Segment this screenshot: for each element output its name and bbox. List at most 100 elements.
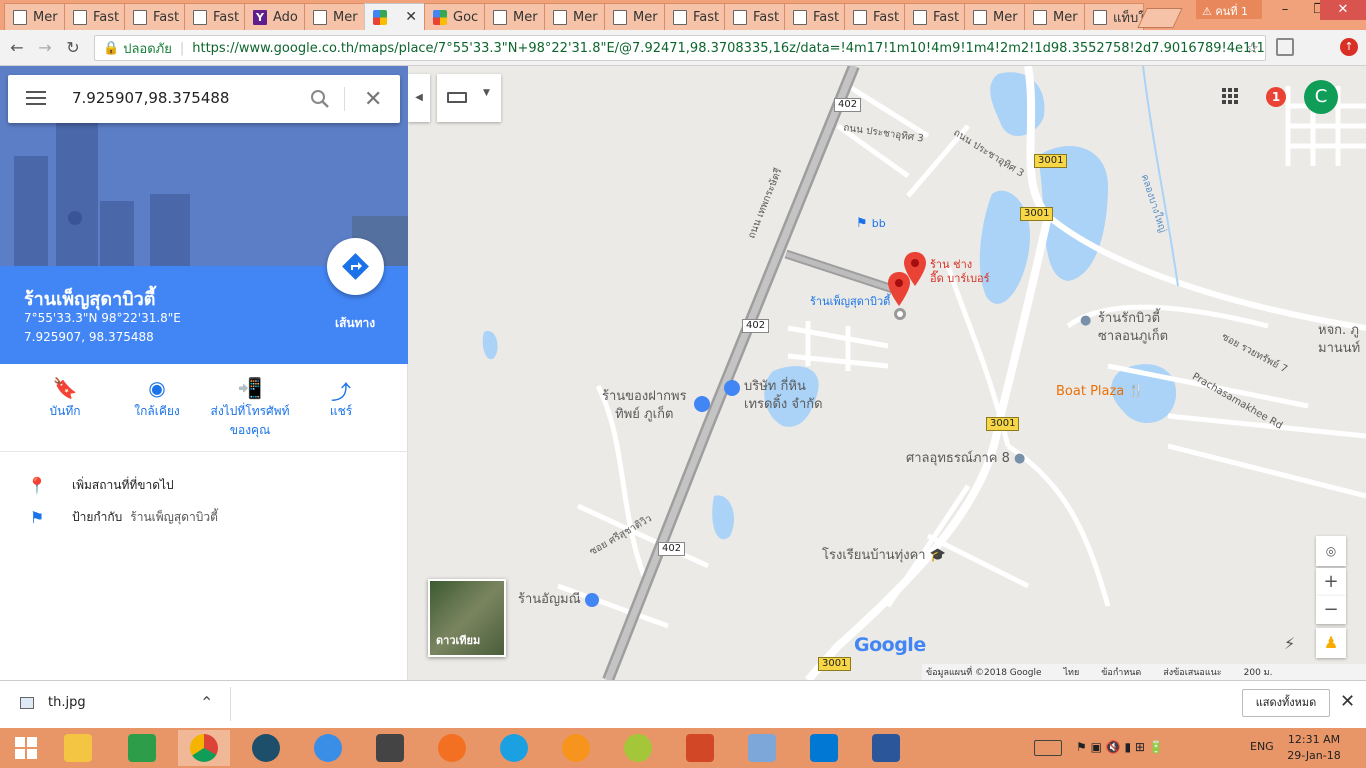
poi-hjk[interactable]: หจก. ภู มานนท์ <box>1318 322 1360 358</box>
tab-5[interactable]: Mer <box>304 3 366 30</box>
keyboard-button[interactable]: ▼ <box>437 74 501 122</box>
pegman-icon[interactable]: ♟ <box>1316 628 1346 658</box>
tab-8[interactable]: Mer <box>484 3 546 30</box>
search-box[interactable]: 7.925907,98.375488 ✕ <box>8 75 400 123</box>
back-button[interactable]: ← <box>6 37 28 59</box>
poi-pensuda-label[interactable]: ร้านเพ็ญสุดาบิวตี้ <box>810 292 890 310</box>
poi-boat-plaza[interactable]: Boat Plaza 🍴 <box>1056 384 1145 399</box>
android-studio-icon <box>624 734 652 762</box>
feedback-link[interactable]: ส่งข้อเสนอแนะ <box>1163 665 1221 679</box>
taskbar-avast[interactable] <box>426 730 478 766</box>
zoom-out-button[interactable]: − <box>1316 596 1346 624</box>
tab-2[interactable]: Fast <box>124 3 186 30</box>
tab-12[interactable]: Fast <box>724 3 786 30</box>
cast-icon[interactable] <box>1276 38 1294 56</box>
poi-trading[interactable]: บริษัท กี่หิน เทรดดิ้ง จำกัด <box>744 378 823 414</box>
forward-button[interactable]: → <box>34 37 56 59</box>
tab-11[interactable]: Fast <box>664 3 726 30</box>
tab-16[interactable]: Mer <box>964 3 1026 30</box>
tab-18[interactable]: แท็บใหม่ <box>1084 3 1144 30</box>
taskbar-app[interactable] <box>302 730 354 766</box>
tab-3[interactable]: Fast <box>184 3 246 30</box>
poi-anchamanee[interactable]: ร้านอัญมณี <box>518 588 599 609</box>
tab-4[interactable]: Y Ado <box>244 3 306 30</box>
search-input[interactable]: 7.925907,98.375488 <box>72 89 229 107</box>
tab-label: Mer <box>513 9 538 25</box>
send-to-phone-button[interactable]: 📲 ส่งไปที่โทรศัพท์ของคุณ <box>204 376 296 440</box>
language-link[interactable]: ไทย <box>1064 665 1080 679</box>
tab-13[interactable]: Fast <box>784 3 846 30</box>
document-icon <box>73 9 87 25</box>
touch-keyboard-icon[interactable] <box>1034 740 1062 756</box>
notification-badge[interactable]: 1 <box>1266 87 1286 107</box>
taskbar-store[interactable] <box>116 730 168 766</box>
chevron-down-icon[interactable]: ▼ <box>483 88 490 98</box>
tab-0[interactable]: Mer <box>4 3 66 30</box>
menu-icon[interactable] <box>26 91 46 107</box>
taskbar-word[interactable] <box>860 730 912 766</box>
address-bar[interactable]: 🔒 ปลอดภัย | https://www.google.co.th/map… <box>94 35 1266 61</box>
avatar[interactable]: C <box>1304 80 1338 114</box>
selected-pin-icon[interactable] <box>888 272 910 306</box>
taskbar-app[interactable] <box>240 730 292 766</box>
taskbar-explorer[interactable] <box>52 730 104 766</box>
taskbar-ie[interactable] <box>488 730 540 766</box>
update-icon[interactable]: ↑ <box>1340 38 1358 56</box>
directions-button[interactable] <box>327 238 384 295</box>
lightning-icon[interactable]: ⚡ <box>1284 634 1295 653</box>
tray-icons[interactable]: ⚑ ▣ 🔇 ▮ ⊞ 🔋 <box>1076 740 1164 754</box>
nearby-button[interactable]: ◉ ใกล้เคียง <box>112 376 202 421</box>
download-item[interactable]: th.jpg <box>20 695 86 710</box>
document-icon <box>553 9 567 25</box>
taskbar-sublime[interactable] <box>364 730 416 766</box>
taskbar-android[interactable] <box>612 730 664 766</box>
poi-kitchen[interactable]: ร้านของฝากพร ทิพย์ ภูเก็ต <box>602 388 687 424</box>
taskbar-powerpoint[interactable] <box>674 730 726 766</box>
tab-6[interactable]: ✕ <box>364 3 426 31</box>
minimize-button[interactable]: – <box>1268 0 1302 20</box>
close-icon[interactable]: ✕ <box>364 87 382 112</box>
bookmark-star-icon[interactable]: ☆ <box>1246 39 1259 57</box>
close-tab-icon[interactable]: ✕ <box>405 9 417 25</box>
tab-14[interactable]: Fast <box>844 3 906 30</box>
poi-school[interactable]: โรงเรียนบ้านทุ่งคา 🎓 <box>822 544 946 565</box>
taskbar: ⚑ ▣ 🔇 ▮ ⊞ 🔋 ENG 12:31 AM 29-Jan-18 <box>0 728 1366 768</box>
poi-rakbeauty[interactable]: ● ร้านรักบิวตี้ ซาลอนภูเก็ต <box>1080 310 1168 346</box>
start-button[interactable] <box>0 730 52 766</box>
profile-button[interactable]: ⚠ คนที่ 1 <box>1196 0 1262 19</box>
tab-7[interactable]: Goc <box>424 3 486 30</box>
tab-17[interactable]: Mer <box>1024 3 1086 30</box>
poi-barber-label[interactable]: ร้าน ช่าง อี๊ด บาร์เบอร์ <box>930 258 990 286</box>
label-row[interactable]: ⚑ ป้ายกำกับ ร้านเพ็ญสุดาบิวตี้ <box>26 508 218 527</box>
taskbar-chrome[interactable] <box>178 730 230 766</box>
satellite-toggle[interactable]: ดาวเทียม <box>428 579 506 657</box>
taskbar-app[interactable] <box>736 730 788 766</box>
language-indicator[interactable]: ENG <box>1250 740 1274 753</box>
zoom-in-button[interactable]: + <box>1316 568 1346 596</box>
search-icon[interactable] <box>308 87 332 111</box>
taskbar-app[interactable] <box>550 730 602 766</box>
apps-grid-icon[interactable] <box>1222 88 1240 106</box>
scale-label[interactable]: 200 ม. <box>1244 665 1273 679</box>
show-all-downloads-button[interactable]: แสดงทั้งหมด <box>1242 689 1330 717</box>
directions-label[interactable]: เส้นทาง <box>335 314 375 333</box>
tab-15[interactable]: Fast <box>904 3 966 30</box>
tab-1[interactable]: Fast <box>64 3 126 30</box>
window-close-button[interactable]: ✕ <box>1320 0 1366 20</box>
chevron-up-icon[interactable]: ⌃ <box>200 693 213 712</box>
map-canvas[interactable]: 402 402 402 3001 3001 3001 3001 ถนน ประช… <box>408 66 1366 680</box>
add-missing-place-row[interactable]: 📍 เพิ่มสถานที่ที่ขาดไป <box>26 476 174 495</box>
tab-10[interactable]: Mer <box>604 3 666 30</box>
collapse-panel-button[interactable]: ◀ <box>408 74 430 122</box>
share-button[interactable]: ⤴ แชร์ <box>296 376 386 421</box>
poi-shrine[interactable]: ศาลอุทธรณ์ภาค 8 ● <box>906 447 1025 468</box>
tab-9[interactable]: Mer <box>544 3 606 30</box>
poi-bb[interactable]: ⚑ bb <box>856 216 886 231</box>
reload-button[interactable]: ↻ <box>62 37 84 59</box>
close-icon[interactable]: ✕ <box>1340 691 1355 712</box>
taskbar-vscode[interactable] <box>798 730 850 766</box>
terms-link[interactable]: ข้อกำหนด <box>1101 665 1141 679</box>
save-button[interactable]: 🔖 บันทึก <box>20 376 110 421</box>
clock[interactable]: 12:31 AM 29-Jan-18 <box>1286 732 1342 764</box>
my-location-button[interactable]: ◎ <box>1316 536 1346 566</box>
